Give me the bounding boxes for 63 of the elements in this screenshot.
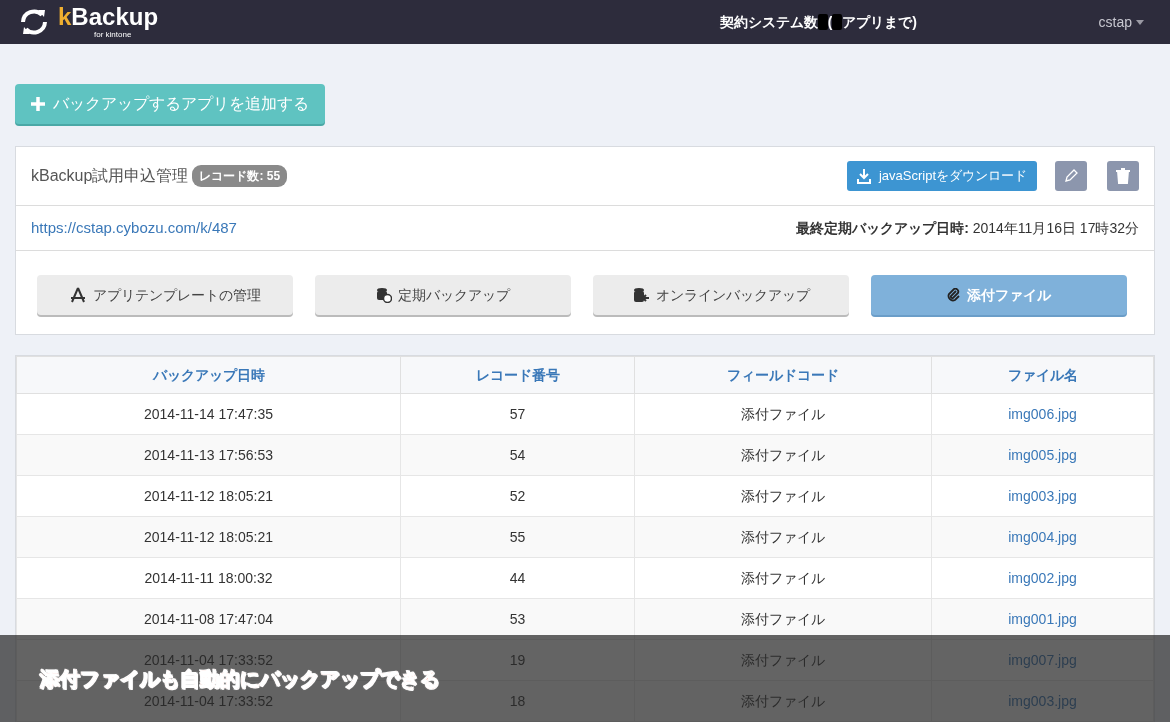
download-icon	[856, 168, 871, 184]
delete-button[interactable]	[1107, 161, 1139, 191]
column-header: フィールドコード	[727, 366, 839, 383]
table-cell: 添付ファイル	[741, 487, 825, 505]
section-tab[interactable]: オンラインバックアップ	[593, 275, 849, 315]
section-tab[interactable]: 定期バックアップ	[315, 275, 571, 315]
edit-button[interactable]	[1055, 161, 1087, 191]
table-cell: 添付ファイル	[741, 405, 825, 423]
database-arrow-icon	[632, 287, 650, 303]
logo-accent: k	[58, 3, 72, 30]
last-backup-text: 最終定期バックアップ日時: 2014年11月16日 17時32分	[796, 218, 1139, 238]
file-link[interactable]: img001.jpg	[1008, 610, 1077, 628]
caret-icon	[1136, 19, 1144, 25]
file-link[interactable]: img003.jpg	[1008, 487, 1077, 505]
file-link[interactable]: img006.jpg	[1008, 405, 1077, 423]
column-header: バックアップ日時	[152, 366, 265, 383]
table-cell: 添付ファイル	[741, 528, 825, 546]
table-cell: 2014-11-12 18:05:21	[144, 528, 273, 546]
table-cell: 18	[509, 692, 526, 710]
database-clock-icon	[376, 287, 392, 303]
logo-subtitle: for kintone	[94, 31, 133, 39]
redaction-mark	[832, 14, 843, 30]
redaction-mark	[817, 14, 828, 30]
table-cell: 添付ファイル	[741, 610, 825, 628]
contract-label: 契約システム数	[719, 12, 818, 32]
download-button[interactable]: javaScriptをダウンロード	[846, 161, 1037, 191]
table-cell: 19	[509, 651, 526, 669]
table-cell: 52	[509, 487, 526, 505]
trash-icon	[1116, 168, 1130, 184]
app-name: kBackup試用申込管理	[31, 166, 189, 186]
file-link[interactable]: img005.jpg	[1008, 446, 1077, 464]
record-count-badge: レコード数: 55	[192, 165, 288, 187]
column-header: レコード番号	[475, 366, 560, 383]
table-cell: 54	[509, 446, 526, 464]
logo-text: Backup	[71, 3, 159, 30]
contract-paren: (	[827, 12, 833, 32]
paperclip-icon	[947, 288, 961, 302]
sync-logo-icon	[18, 7, 50, 37]
table-cell: 2014-11-11 18:00:32	[144, 569, 273, 587]
caption-text: 添付ファイルも自動的にバックアップできる	[40, 669, 440, 689]
tools-icon	[69, 287, 87, 303]
column-header: ファイル名	[1007, 366, 1078, 383]
plus-icon	[31, 97, 45, 111]
table-cell: 44	[509, 569, 526, 587]
table-cell: 2014-11-08 17:47:04	[144, 610, 273, 628]
table-cell: 53	[509, 610, 526, 628]
file-link[interactable]: img002.jpg	[1008, 569, 1077, 587]
table-cell: 2014-11-04 17:33:52	[144, 692, 273, 710]
table-cell: 添付ファイル	[741, 446, 825, 464]
section-tab[interactable]: アプリテンプレートの管理	[37, 275, 293, 315]
table-cell: 57	[509, 405, 526, 423]
table-cell: 2014-11-04 17:33:52	[144, 651, 273, 669]
contract-suffix: アプリまで)	[842, 12, 917, 32]
table-cell: 2014-11-13 17:56:53	[144, 446, 273, 464]
file-link[interactable]: img004.jpg	[1008, 528, 1077, 546]
table-cell: 添付ファイル	[741, 569, 825, 587]
user-menu[interactable]: cstap	[1098, 11, 1132, 33]
table-cell: 2014-11-12 18:05:21	[144, 487, 273, 505]
app-url-link[interactable]: https://cstap.cybozu.com/k/487	[31, 216, 237, 240]
table-cell: 2014-11-14 17:47:35	[144, 405, 273, 423]
table-cell: 55	[509, 528, 526, 546]
pencil-icon	[1064, 169, 1078, 183]
table-cell: 添付ファイル	[741, 651, 825, 669]
